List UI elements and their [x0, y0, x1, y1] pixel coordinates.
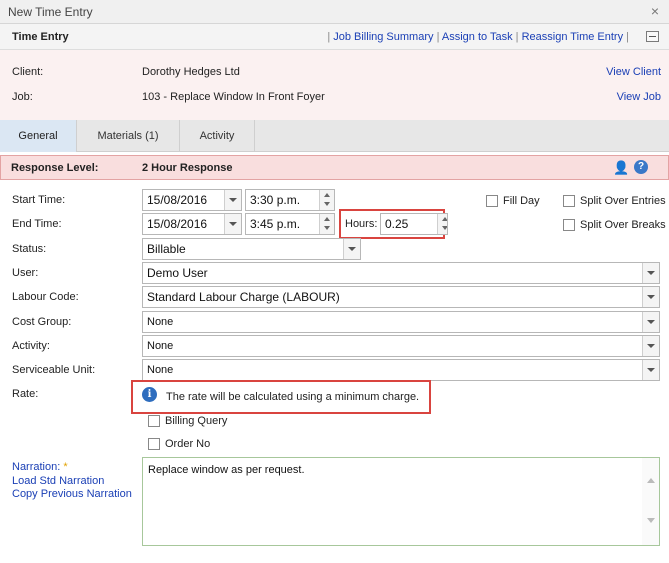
fill-day-checkbox[interactable] [486, 195, 498, 207]
cost-group-select[interactable]: None [142, 311, 660, 333]
start-date-picker[interactable]: 15/08/2016 [142, 189, 242, 211]
fill-day-label: Fill Day [503, 195, 540, 207]
view-job-link[interactable]: View Job [617, 91, 661, 103]
person-edit-icon[interactable]: 👤 [613, 160, 629, 176]
link-separator: | [436, 31, 440, 43]
minimize-panel-icon[interactable] [646, 31, 659, 42]
cost-group-value: None [147, 316, 174, 328]
tab-bar: General Materials (1) Activity [0, 120, 669, 152]
entry-header: Time Entry | Job Billing Summary | Assig… [0, 24, 669, 50]
split-breaks-checkbox[interactable] [563, 219, 575, 231]
rate-message: The rate will be calculated using a mini… [166, 391, 420, 403]
split-breaks-label: Split Over Breaks [580, 219, 666, 231]
end-time-label: End Time: [12, 218, 62, 230]
status-label: Status: [12, 243, 47, 255]
response-level-bar: Response Level: 2 Hour Response 👤 ? [0, 155, 669, 180]
info-icon: i [142, 387, 157, 402]
billing-query-label: Billing Query [165, 415, 228, 427]
serviceable-unit-value: None [147, 364, 174, 376]
activity-value: None [147, 340, 174, 352]
chevron-down-icon[interactable] [343, 239, 360, 259]
order-no-checkbox[interactable] [148, 438, 160, 450]
job-label: Job: [12, 91, 33, 103]
window-titlebar: New Time Entry × [0, 0, 669, 24]
end-time-input[interactable]: 3:45 p.m. [245, 213, 335, 235]
help-icon[interactable]: ? [634, 160, 648, 174]
narration-scrollbar[interactable] [642, 458, 659, 545]
narration-label-text: Narration: [12, 461, 61, 473]
serviceable-unit-label: Serviceable Unit: [12, 364, 96, 376]
status-select[interactable]: Billable [142, 238, 361, 260]
spinner-icon[interactable] [437, 214, 447, 234]
tab-general[interactable]: General [0, 120, 77, 152]
narration-text: Replace window as per request. [148, 464, 305, 476]
status-value: Billable [147, 242, 186, 256]
job-billing-summary-link[interactable]: Job Billing Summary [333, 31, 433, 43]
chevron-down-icon[interactable] [642, 336, 659, 356]
user-select[interactable]: Demo User [142, 262, 660, 284]
client-value: Dorothy Hedges Ltd [142, 66, 240, 78]
billing-query-checkbox[interactable] [148, 415, 160, 427]
spinner-icon[interactable] [319, 190, 334, 210]
tab-activity[interactable]: Activity [180, 120, 255, 152]
view-client-link[interactable]: View Client [606, 66, 661, 78]
client-panel: Client: Dorothy Hedges Ltd View Client J… [0, 50, 669, 120]
load-std-narration-link[interactable]: Load Std Narration [12, 475, 104, 487]
start-time-value: 3:30 p.m. [250, 193, 301, 207]
link-separator: | [515, 31, 519, 43]
spinner-icon[interactable] [319, 214, 334, 234]
start-time-label: Start Time: [12, 194, 66, 206]
required-star: * [63, 461, 68, 473]
assign-to-task-link[interactable]: Assign to Task [442, 31, 513, 43]
link-separator: | [327, 31, 331, 43]
labour-code-select[interactable]: Standard Labour Charge (LABOUR) [142, 286, 660, 308]
chevron-down-icon[interactable] [642, 263, 659, 283]
end-date-picker[interactable]: 15/08/2016 [142, 213, 242, 235]
user-value: Demo User [147, 266, 208, 280]
chevron-down-icon[interactable] [642, 287, 659, 307]
chevron-down-icon[interactable] [224, 214, 241, 234]
narration-textarea[interactable]: Replace window as per request. [142, 457, 660, 546]
labour-code-value: Standard Labour Charge (LABOUR) [147, 290, 340, 304]
chevron-down-icon[interactable] [224, 190, 241, 210]
split-entries-label: Split Over Entries [580, 195, 666, 207]
job-value: 103 - Replace Window In Front Foyer [142, 91, 325, 103]
response-level-label: Response Level: [11, 162, 99, 174]
page-title: Time Entry [12, 31, 69, 43]
labour-code-label: Labour Code: [12, 291, 79, 303]
start-time-input[interactable]: 3:30 p.m. [245, 189, 335, 211]
hours-value: 0.25 [385, 217, 409, 231]
order-no-label: Order No [165, 438, 211, 450]
chevron-down-icon[interactable] [642, 360, 659, 380]
window-title: New Time Entry [8, 5, 93, 19]
split-entries-checkbox[interactable] [563, 195, 575, 207]
narration-label: Narration: * [12, 461, 68, 473]
response-level-value: 2 Hour Response [142, 162, 233, 174]
close-icon[interactable]: × [651, 3, 659, 19]
cost-group-label: Cost Group: [12, 316, 72, 328]
header-links: | Job Billing Summary | Assign to Task |… [327, 31, 629, 43]
reassign-time-entry-link[interactable]: Reassign Time Entry [522, 31, 623, 43]
rate-label: Rate: [12, 388, 39, 400]
hours-input[interactable]: 0.25 [380, 213, 448, 235]
activity-select[interactable]: None [142, 335, 660, 357]
client-label: Client: [12, 66, 44, 78]
user-label: User: [12, 267, 39, 279]
chevron-down-icon[interactable] [642, 312, 659, 332]
end-time-value: 3:45 p.m. [250, 217, 301, 231]
serviceable-unit-select[interactable]: None [142, 359, 660, 381]
start-date-value: 15/08/2016 [147, 193, 208, 207]
end-date-value: 15/08/2016 [147, 217, 208, 231]
activity-label: Activity: [12, 340, 50, 352]
hours-label: Hours: [345, 218, 378, 230]
link-separator: | [626, 31, 629, 43]
copy-previous-narration-link[interactable]: Copy Previous Narration [12, 488, 132, 500]
tab-materials[interactable]: Materials (1) [77, 120, 180, 152]
